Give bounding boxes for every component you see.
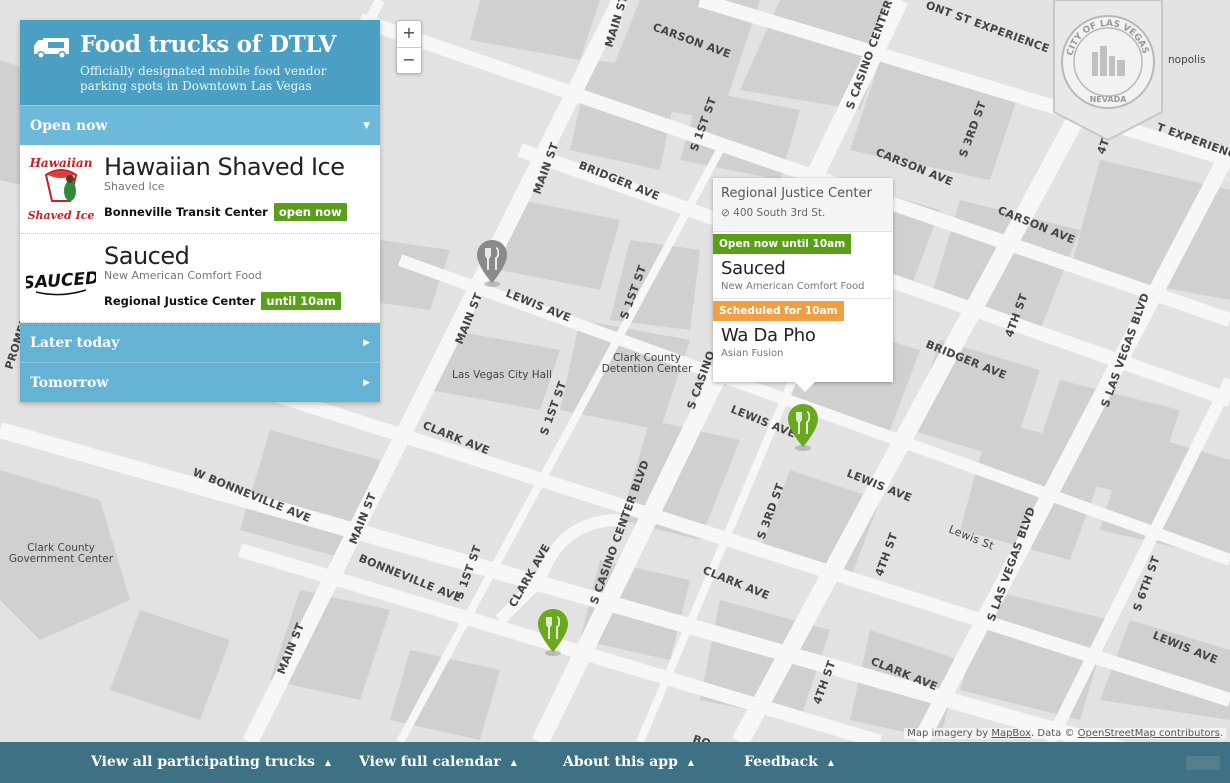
mapbox-link[interactable]: MapBox xyxy=(991,728,1031,739)
truck-list-item[interactable]: SAUCED Sauced New American Comfort Food … xyxy=(20,234,380,323)
svg-text:Government Center: Government Center xyxy=(9,553,114,565)
section-label: Tomorrow xyxy=(30,374,109,391)
svg-text:ONT ST EXPERIENCE: ONT ST EXPERIENCE xyxy=(924,0,1051,56)
triangle-up-icon: ▲ xyxy=(510,757,517,767)
section-later-today[interactable]: Later today ▶ xyxy=(20,322,380,362)
link-label: View all participating trucks xyxy=(91,754,315,770)
truck-name: Sauced xyxy=(104,242,190,270)
attribution-text: Map imagery by xyxy=(907,728,992,739)
share-icon[interactable] xyxy=(1186,756,1220,770)
location-pin-icon: ⊘ xyxy=(721,207,730,219)
food-truck-icon xyxy=(33,36,71,64)
map-attribution: Map imagery by MapBox. Data © OpenStreet… xyxy=(904,728,1226,739)
footer-bar: View all participating trucks ▲ View full… xyxy=(0,742,1230,783)
status-badge: Scheduled for 10am xyxy=(713,301,844,321)
popup-title: Regional Justice Center xyxy=(721,186,872,201)
popup-entry[interactable]: Scheduled for 10am Wa Da Pho Asian Fusio… xyxy=(713,298,893,365)
section-label: Open now xyxy=(30,117,108,134)
city-seal-logo: CITY OF LAS VEGAS NEVADA xyxy=(1052,0,1164,142)
svg-text:BO: BO xyxy=(691,732,712,742)
popup-header: Regional Justice Center ⊘ 400 South 3rd … xyxy=(713,178,893,232)
svg-text:Las Vegas City Hall: Las Vegas City Hall xyxy=(452,369,552,381)
popup-truck-name: Wa Da Pho xyxy=(721,325,816,346)
status-badge: until 10am xyxy=(261,292,341,310)
link-label: View full calendar xyxy=(359,754,501,770)
caret-down-icon: ▼ xyxy=(363,120,370,131)
hawaiian-shaved-ice-logo: Hawaiian Shaved Ice xyxy=(26,153,96,225)
section-label: Later today xyxy=(30,334,120,351)
svg-text:Shaved Ice: Shaved Ice xyxy=(28,209,95,222)
about-app-link[interactable]: About this app ▲ xyxy=(563,754,694,770)
location-name: Bonneville Transit Center xyxy=(104,205,268,219)
popup-address: ⊘ 400 South 3rd St. xyxy=(721,207,885,219)
attribution-text: . Data © xyxy=(1031,728,1078,739)
view-all-trucks-link[interactable]: View all participating trucks ▲ xyxy=(91,754,331,770)
popup-truck-category: New American Comfort Food xyxy=(721,281,865,292)
popup-truck-category: Asian Fusion xyxy=(721,348,784,359)
address-text: 400 South 3rd St. xyxy=(733,207,826,219)
svg-text:Detention Center: Detention Center xyxy=(602,363,693,375)
gray-food-marker[interactable] xyxy=(475,238,509,288)
svg-text:NEVADA: NEVADA xyxy=(1090,95,1128,104)
app-subtitle: Officially designated mobile food vendor… xyxy=(80,64,327,93)
app-title: Food trucks of DTLV xyxy=(80,31,337,58)
svg-text:CLARK AVE: CLARK AVE xyxy=(701,564,772,603)
feedback-link[interactable]: Feedback ▲ xyxy=(744,754,834,770)
truck-category: New American Comfort Food xyxy=(104,269,262,282)
triangle-up-icon: ▲ xyxy=(687,757,695,767)
food-truck-panel: Food trucks of DTLV Officially designate… xyxy=(20,20,380,402)
truck-location: Bonneville Transit Center open now xyxy=(104,203,347,221)
sauced-logo: SAUCED xyxy=(22,242,100,314)
svg-text:nopolis: nopolis xyxy=(1168,54,1205,66)
caret-right-icon: ▶ xyxy=(363,337,370,348)
zoom-in-button[interactable]: + xyxy=(397,21,421,47)
zoom-out-button[interactable]: − xyxy=(397,47,421,73)
svg-text:4TH ST: 4TH ST xyxy=(873,531,901,578)
section-tomorrow[interactable]: Tomorrow ▶ xyxy=(20,362,380,402)
location-popup: Regional Justice Center ⊘ 400 South 3rd … xyxy=(713,178,893,392)
attribution-text: . xyxy=(1219,728,1223,739)
link-label: Feedback xyxy=(744,754,818,770)
green-food-marker-selected[interactable] xyxy=(786,402,820,452)
svg-text:Hawaiian: Hawaiian xyxy=(29,156,93,170)
panel-header: Food trucks of DTLV Officially designate… xyxy=(20,20,380,105)
green-food-marker[interactable] xyxy=(536,607,570,657)
status-badge: Open now until 10am xyxy=(713,234,852,254)
popup-truck-name: Sauced xyxy=(721,258,786,279)
osm-link[interactable]: OpenStreetMap contributors xyxy=(1078,728,1220,739)
truck-name: Hawaiian Shaved Ice xyxy=(104,153,345,181)
view-calendar-link[interactable]: View full calendar ▲ xyxy=(359,754,517,770)
zoom-control: + − xyxy=(396,20,422,74)
location-name: Regional Justice Center xyxy=(104,294,256,308)
truck-location: Regional Justice Center until 10am xyxy=(104,292,341,310)
section-open-now[interactable]: Open now ▼ xyxy=(20,105,380,145)
caret-right-icon: ▶ xyxy=(363,377,370,388)
triangle-up-icon: ▲ xyxy=(324,757,331,767)
truck-category: Shaved Ice xyxy=(104,180,165,193)
link-label: About this app xyxy=(563,754,678,770)
truck-list-item[interactable]: Hawaiian Shaved Ice Hawaiian Shaved Ice … xyxy=(20,145,380,234)
status-badge: open now xyxy=(273,203,347,221)
triangle-up-icon: ▲ xyxy=(827,757,835,767)
popup-entry[interactable]: Open now until 10am Sauced New American … xyxy=(713,232,893,298)
